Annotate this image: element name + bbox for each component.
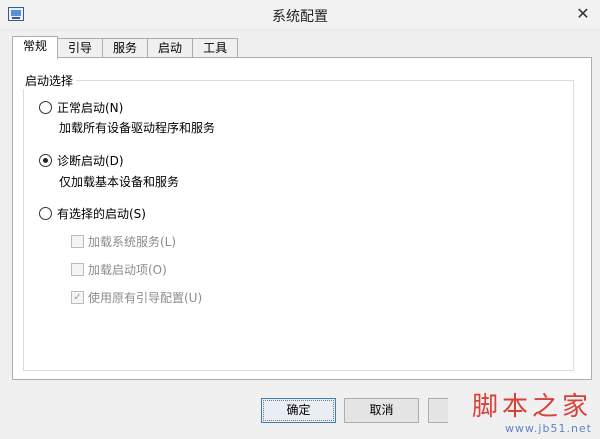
tab-startup[interactable]: 启动 bbox=[147, 38, 194, 58]
title-bar: 系统配置 ✕ bbox=[0, 0, 600, 30]
tab-services[interactable]: 服务 bbox=[102, 38, 149, 58]
selective-startup-radio[interactable] bbox=[39, 207, 52, 220]
normal-startup-desc: 加载所有设备驱动程序和服务 bbox=[59, 121, 216, 135]
apply-button-partial[interactable] bbox=[428, 398, 448, 423]
startup-selection-label: 启动选择 bbox=[22, 72, 77, 89]
selective-startup-label: 有选择的启动(S) bbox=[57, 207, 146, 221]
diagnostic-startup-radio[interactable] bbox=[39, 154, 52, 167]
normal-startup-radio[interactable] bbox=[39, 101, 52, 114]
site-watermark: 脚本之家 www.jb51.net bbox=[472, 392, 592, 435]
watermark-title: 脚本之家 bbox=[471, 392, 592, 422]
use-original-boot-config-checkbox[interactable]: ✓ bbox=[71, 291, 84, 304]
tab-general[interactable]: 常规 bbox=[12, 36, 59, 59]
tab-boot[interactable]: 引导 bbox=[57, 38, 104, 58]
diagnostic-startup-desc: 仅加载基本设备和服务 bbox=[59, 175, 180, 189]
use-original-boot-config-label: 使用原有引导配置(U) bbox=[88, 291, 203, 305]
general-tab-panel: 启动选择 正常启动(N) 加载所有设备驱动程序和服务 诊断启动(D) 仅加载基本… bbox=[12, 57, 592, 380]
load-system-services-checkbox[interactable] bbox=[71, 235, 84, 248]
ok-button[interactable]: 确定 bbox=[261, 398, 336, 423]
load-startup-items-option[interactable]: 加载启动项(O) bbox=[71, 261, 167, 278]
watermark-url: www.jb51.net bbox=[504, 422, 592, 435]
selective-startup-option[interactable]: 有选择的启动(S) bbox=[39, 205, 146, 222]
cancel-button[interactable]: 取消 bbox=[344, 398, 419, 423]
window-title: 系统配置 bbox=[272, 9, 328, 25]
tab-tools[interactable]: 工具 bbox=[192, 38, 239, 58]
load-startup-items-label: 加载启动项(O) bbox=[88, 263, 167, 277]
load-startup-items-checkbox[interactable] bbox=[71, 263, 84, 276]
load-system-services-label: 加载系统服务(L) bbox=[88, 235, 177, 249]
diagnostic-startup-label: 诊断启动(D) bbox=[57, 154, 124, 168]
load-system-services-option[interactable]: 加载系统服务(L) bbox=[71, 233, 176, 250]
use-original-boot-config-option[interactable]: ✓ 使用原有引导配置(U) bbox=[71, 289, 202, 306]
tab-strip: 常规 引导 服务 启动 工具 bbox=[12, 36, 239, 59]
close-button[interactable]: ✕ bbox=[572, 4, 594, 24]
normal-startup-label: 正常启动(N) bbox=[57, 101, 124, 115]
normal-startup-option[interactable]: 正常启动(N) bbox=[39, 99, 123, 116]
diagnostic-startup-option[interactable]: 诊断启动(D) bbox=[39, 152, 124, 169]
